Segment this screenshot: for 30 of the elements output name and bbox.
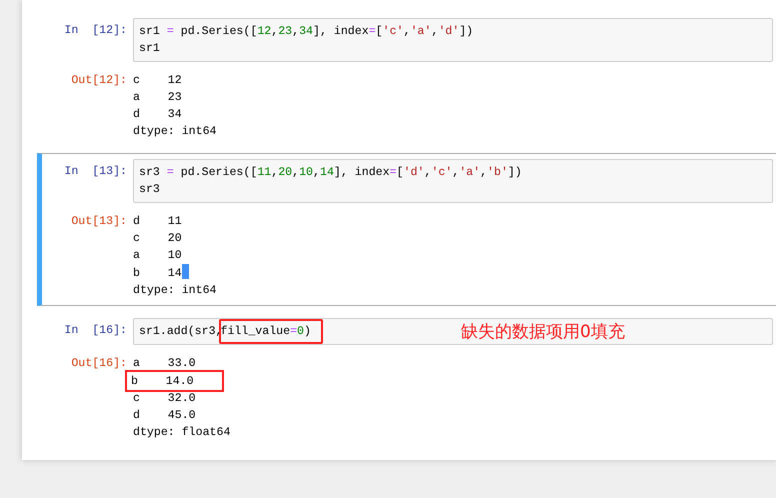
output-line: c 20 bbox=[133, 231, 182, 247]
output-prompt: Out[13]: bbox=[70, 214, 128, 230]
input-prompt: In [16]: bbox=[63, 323, 128, 339]
output-line: d 34 bbox=[133, 107, 182, 123]
notebook-cell[interactable]: In [13]: sr3 = pd.Series([11,20,10,14], index=['d','c','a','b']) sr3 Out[13]: d 11 c 20 a 10 b 14 dtype: int64 bbox=[37, 153, 776, 306]
code-input[interactable]: sr1 = pd.Series([12,23,34], index=['c','a','d']) sr1 bbox=[133, 18, 773, 62]
notebook-cell[interactable]: In [16]: sr1.add(sr3,fill_value=0) 缺失的数据项用0填充 Out[16]: a 33.0 b 14.0 c 32.0 d 45.0 dtype: float64 bbox=[37, 312, 776, 448]
output-line: d 11 bbox=[133, 214, 182, 230]
output-line: b 14.0 bbox=[127, 372, 222, 390]
output-line: d 45.0 bbox=[133, 408, 196, 424]
output-prompt: Out[16]: bbox=[70, 356, 128, 372]
code-input[interactable]: sr3 = pd.Series([11,20,10,14], index=['d','c','a','b']) sr3 bbox=[133, 159, 773, 203]
output-line: b 14 bbox=[133, 264, 189, 282]
annotation-text: 缺失的数据项用0填充 bbox=[461, 321, 625, 343]
output-line: a 33.0 bbox=[133, 356, 196, 372]
input-prompt: In [13]: bbox=[63, 164, 128, 180]
output-line: dtype: int64 bbox=[133, 124, 216, 140]
output-line: c 32.0 bbox=[133, 391, 196, 407]
code-line: sr3 = pd.Series([11,20,10,14], index=['d','c','a','b']) bbox=[139, 165, 523, 181]
output-line: a 10 bbox=[133, 248, 182, 264]
output-line: dtype: int64 bbox=[133, 283, 216, 299]
output-prompt: Out[12]: bbox=[70, 73, 128, 89]
code-line: sr3 bbox=[139, 182, 161, 198]
output-line: a 23 bbox=[133, 90, 182, 106]
output-line: c 12 bbox=[133, 73, 182, 89]
notebook-cell[interactable]: In [12]: sr1 = pd.Series([12,23,34], index=['c','a','d']) sr1 Out[12]: c 12 a 23 d 34 dtype: int64 bbox=[37, 12, 776, 147]
code-line: sr1 = pd.Series([12,23,34], index=['c','a','d']) bbox=[139, 24, 474, 40]
input-prompt: In [12]: bbox=[63, 23, 128, 39]
output-line: dtype: float64 bbox=[133, 425, 230, 441]
code-line: sr1 bbox=[139, 41, 161, 57]
